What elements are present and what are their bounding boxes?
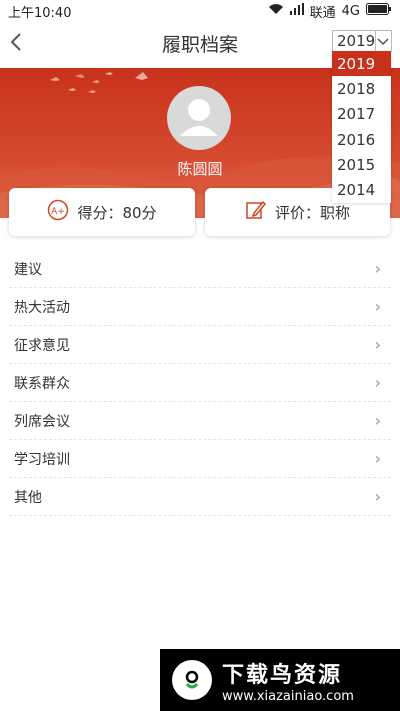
evaluation-label: 评价：职称	[274, 203, 350, 222]
menu-list: 建议 › 热大活动 › 征求意见 › 联系群众 › 列席会议 › 学习培训 › 其他 ›	[9, 250, 391, 516]
watermark-logo-icon	[172, 660, 212, 700]
signal-icon	[289, 3, 304, 19]
list-item-label: 其他	[14, 489, 42, 506]
year-option[interactable]: 2019	[332, 51, 391, 77]
list-item[interactable]: 联系群众 ›	[9, 364, 391, 402]
score-label: 得分：80分	[77, 203, 157, 222]
year-dropdown: 2019 2018 2017 2016 2015 2014	[332, 51, 391, 203]
year-option[interactable]: 2014	[332, 177, 391, 202]
list-item[interactable]: 征求意见 ›	[9, 326, 391, 364]
chevron-right-icon: ›	[374, 487, 381, 506]
list-item[interactable]: 其他 ›	[9, 478, 391, 516]
avatar[interactable]	[167, 86, 231, 150]
year-select-value: 2019	[337, 32, 376, 50]
wifi-icon	[268, 3, 284, 19]
list-item[interactable]: 列席会议 ›	[9, 402, 391, 440]
list-item-label: 联系群众	[14, 375, 70, 392]
year-select[interactable]: 2019	[332, 30, 392, 52]
list-item-label: 建议	[14, 261, 42, 278]
chevron-right-icon: ›	[374, 335, 381, 354]
carrier-label: 联通	[309, 5, 336, 21]
chevron-right-icon: ›	[374, 449, 381, 468]
status-bar: 上午10:40 联通 4G	[0, 0, 400, 22]
user-avatar-icon	[180, 99, 218, 136]
watermark: 下载鸟资源 www.xiazainiao.com	[160, 649, 400, 711]
chevron-down-icon	[377, 32, 389, 50]
chevron-right-icon: ›	[374, 259, 381, 278]
list-item-label: 学习培训	[14, 451, 70, 468]
battery-icon	[366, 3, 392, 19]
list-item-label: 热大活动	[14, 299, 70, 316]
score-card[interactable]: A+ 得分：80分	[9, 188, 195, 236]
chevron-right-icon: ›	[374, 373, 381, 392]
chevron-right-icon: ›	[374, 411, 381, 430]
list-item[interactable]: 热大活动 ›	[9, 288, 391, 326]
list-item[interactable]: 建议 ›	[9, 250, 391, 288]
list-item[interactable]: 学习培训 ›	[9, 440, 391, 478]
year-option[interactable]: 2016	[332, 127, 391, 152]
watermark-texts: 下载鸟资源 www.xiazainiao.com	[222, 657, 354, 704]
score-icon-text: A+	[52, 207, 66, 217]
status-indicators: 联通 4G	[268, 2, 392, 21]
year-option[interactable]: 2018	[332, 76, 391, 101]
birds-decoration	[50, 72, 148, 93]
year-option[interactable]: 2015	[332, 152, 391, 177]
year-option[interactable]: 2017	[332, 102, 391, 127]
edit-icon	[245, 199, 267, 225]
list-item-label: 征求意见	[14, 337, 70, 354]
score-grade-icon: A+	[47, 199, 69, 225]
chevron-right-icon: ›	[374, 297, 381, 316]
list-item-label: 列席会议	[14, 413, 70, 430]
network-label: 4G	[341, 3, 360, 19]
watermark-title: 下载鸟资源	[222, 662, 343, 688]
status-time: 上午10:40	[8, 5, 72, 21]
watermark-url: www.xiazainiao.com	[222, 688, 354, 704]
